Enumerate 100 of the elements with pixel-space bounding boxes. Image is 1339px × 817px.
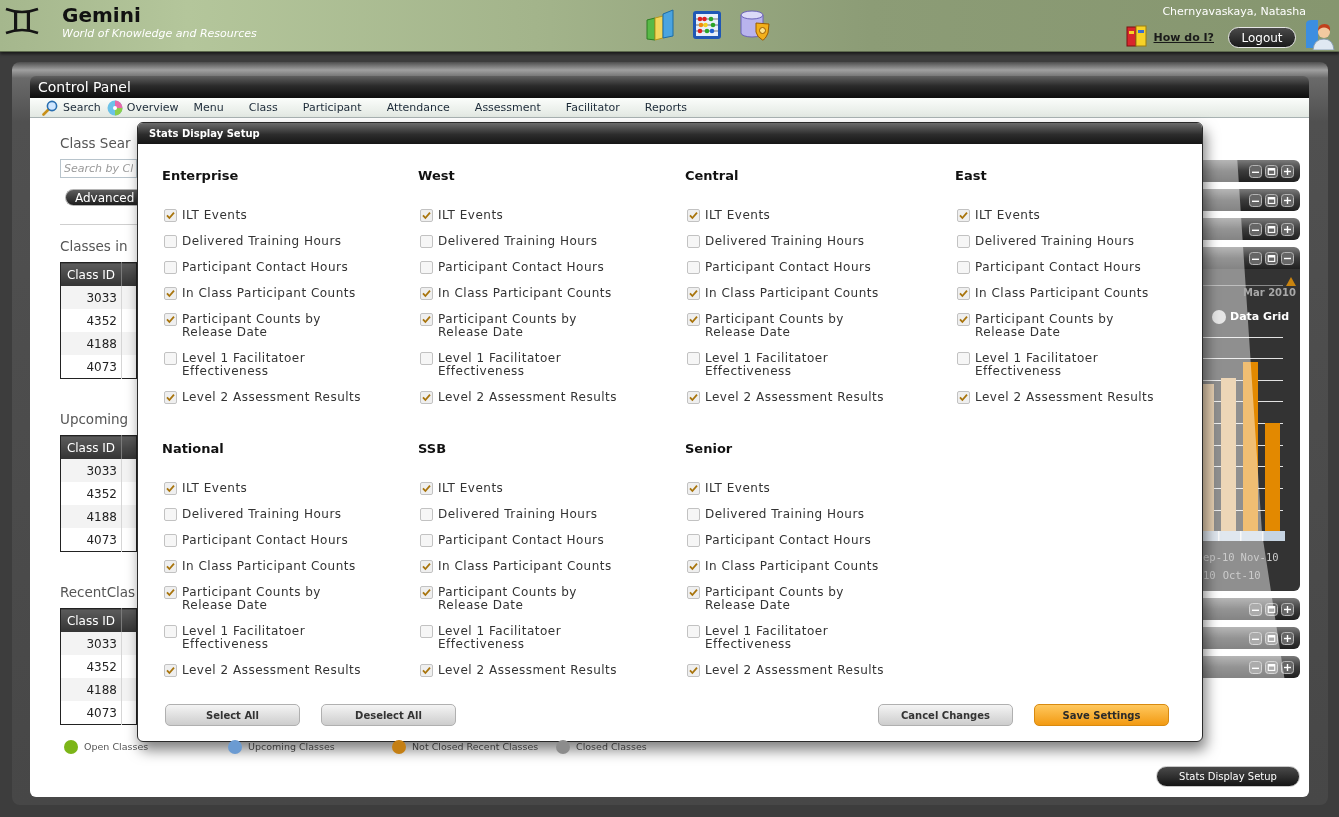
checkbox[interactable]	[957, 235, 970, 248]
dialog-button[interactable]: Deselect All	[321, 704, 456, 726]
checkbox-label: Delivered Training Hours	[438, 235, 598, 248]
checkbox[interactable]	[420, 261, 433, 274]
checkbox-label: Level 1 Facilitatoer Effectiveness	[438, 352, 563, 378]
bar-chart-icon[interactable]	[644, 8, 676, 41]
checkbox[interactable]	[164, 508, 177, 521]
minimize-icon[interactable]	[1249, 193, 1262, 207]
minimize-icon[interactable]	[1249, 222, 1262, 236]
advanced-button[interactable]: Advanced	[65, 189, 137, 206]
checkbox-label: ILT Events	[438, 482, 504, 495]
checkbox[interactable]	[687, 313, 700, 326]
checkbox[interactable]	[687, 261, 700, 274]
menu-item[interactable]: Search	[42, 98, 101, 117]
stats-setup-button[interactable]: Stats Display Setup	[1156, 766, 1300, 787]
checkbox[interactable]	[687, 625, 700, 638]
expand-icon[interactable]	[1281, 631, 1294, 645]
menu-item[interactable]: Reports	[644, 98, 687, 117]
checkbox[interactable]	[687, 586, 700, 599]
checkbox[interactable]	[687, 209, 700, 222]
checkbox[interactable]	[164, 482, 177, 495]
checkbox-label: Participant Contact Hours	[438, 261, 605, 274]
checkbox[interactable]	[164, 261, 177, 274]
minimize-icon[interactable]	[1249, 251, 1262, 265]
dialog-title: Stats Display Setup	[149, 127, 260, 140]
checkbox-label: Participant Contact Hours	[438, 534, 605, 547]
restore-icon[interactable]	[1265, 222, 1278, 236]
database-shield-icon[interactable]	[738, 8, 770, 41]
checkbox[interactable]	[164, 235, 177, 248]
restore-icon[interactable]	[1265, 164, 1278, 178]
checkbox[interactable]	[420, 534, 433, 547]
checkbox[interactable]	[420, 391, 433, 404]
menu-item[interactable]: Overview	[106, 98, 179, 117]
checkbox[interactable]	[687, 534, 700, 547]
restore-icon[interactable]	[1265, 251, 1278, 265]
minimize-icon[interactable]	[1249, 164, 1262, 178]
menu-item[interactable]: Facilitator	[565, 98, 620, 117]
checkbox[interactable]	[687, 508, 700, 521]
checkbox[interactable]	[420, 625, 433, 638]
checkbox[interactable]	[164, 313, 177, 326]
checkbox[interactable]	[164, 352, 177, 365]
restore-icon[interactable]	[1265, 193, 1278, 207]
menu-item[interactable]: Participant	[302, 98, 362, 117]
checkbox-label: Level 2 Assessment Results	[182, 664, 362, 677]
checkbox[interactable]	[164, 560, 177, 573]
abacus-icon[interactable]	[692, 9, 722, 40]
logout-button[interactable]: Logout	[1228, 27, 1296, 48]
checkbox[interactable]	[420, 664, 433, 677]
checkbox[interactable]	[687, 560, 700, 573]
checkbox[interactable]	[420, 209, 433, 222]
group-heading: Central	[685, 168, 739, 184]
triangle-marker-icon[interactable]	[1286, 277, 1296, 286]
expand-icon[interactable]	[1281, 193, 1294, 207]
checkbox[interactable]	[420, 235, 433, 248]
expand-icon[interactable]	[1281, 660, 1294, 674]
expand-icon[interactable]	[1281, 222, 1294, 236]
checkbox[interactable]	[420, 560, 433, 573]
user-avatar-icon[interactable]	[1304, 18, 1335, 50]
help-link[interactable]: How do I?	[1153, 31, 1214, 44]
checkbox[interactable]	[420, 508, 433, 521]
books-icon[interactable]	[1124, 24, 1149, 48]
checkbox[interactable]	[164, 625, 177, 638]
menu-item[interactable]: Menu	[193, 98, 224, 117]
checkbox[interactable]	[687, 391, 700, 404]
section-heading: Classes in	[60, 238, 128, 254]
checkbox[interactable]	[687, 287, 700, 300]
checkbox[interactable]	[687, 235, 700, 248]
menu-item[interactable]: Class	[248, 98, 278, 117]
checkbox[interactable]	[420, 586, 433, 599]
checkbox[interactable]	[164, 586, 177, 599]
collapse-icon[interactable]	[1281, 251, 1294, 265]
checkbox[interactable]	[164, 209, 177, 222]
menu-item[interactable]: Attendance	[386, 98, 450, 117]
checkbox[interactable]	[957, 287, 970, 300]
checkbox[interactable]	[957, 313, 970, 326]
restore-icon[interactable]	[1265, 602, 1278, 616]
dialog-button[interactable]: Cancel Changes	[878, 704, 1013, 726]
checkbox[interactable]	[420, 287, 433, 300]
checkbox[interactable]	[687, 352, 700, 365]
checkbox[interactable]	[957, 391, 970, 404]
checkbox[interactable]	[687, 664, 700, 677]
checkbox[interactable]	[164, 287, 177, 300]
search-field[interactable]: Search by Cl	[60, 159, 137, 179]
expand-icon[interactable]	[1281, 602, 1294, 616]
checkbox[interactable]	[164, 664, 177, 677]
checkbox[interactable]	[957, 209, 970, 222]
checkbox[interactable]	[420, 482, 433, 495]
checkbox-label: Participant Counts by Release Date	[705, 313, 845, 339]
checkbox[interactable]	[164, 534, 177, 547]
dialog-button[interactable]: Save Settings	[1034, 704, 1169, 726]
checkbox[interactable]	[957, 261, 970, 274]
checkbox[interactable]	[164, 391, 177, 404]
checkbox[interactable]	[687, 482, 700, 495]
checkbox[interactable]	[957, 352, 970, 365]
checkbox[interactable]	[420, 313, 433, 326]
menu-item[interactable]: Assessment	[474, 98, 541, 117]
checkbox[interactable]	[420, 352, 433, 365]
dialog-button[interactable]: Select All	[165, 704, 300, 726]
axis-label: Oct-10	[1222, 569, 1261, 581]
expand-icon[interactable]	[1281, 164, 1294, 178]
